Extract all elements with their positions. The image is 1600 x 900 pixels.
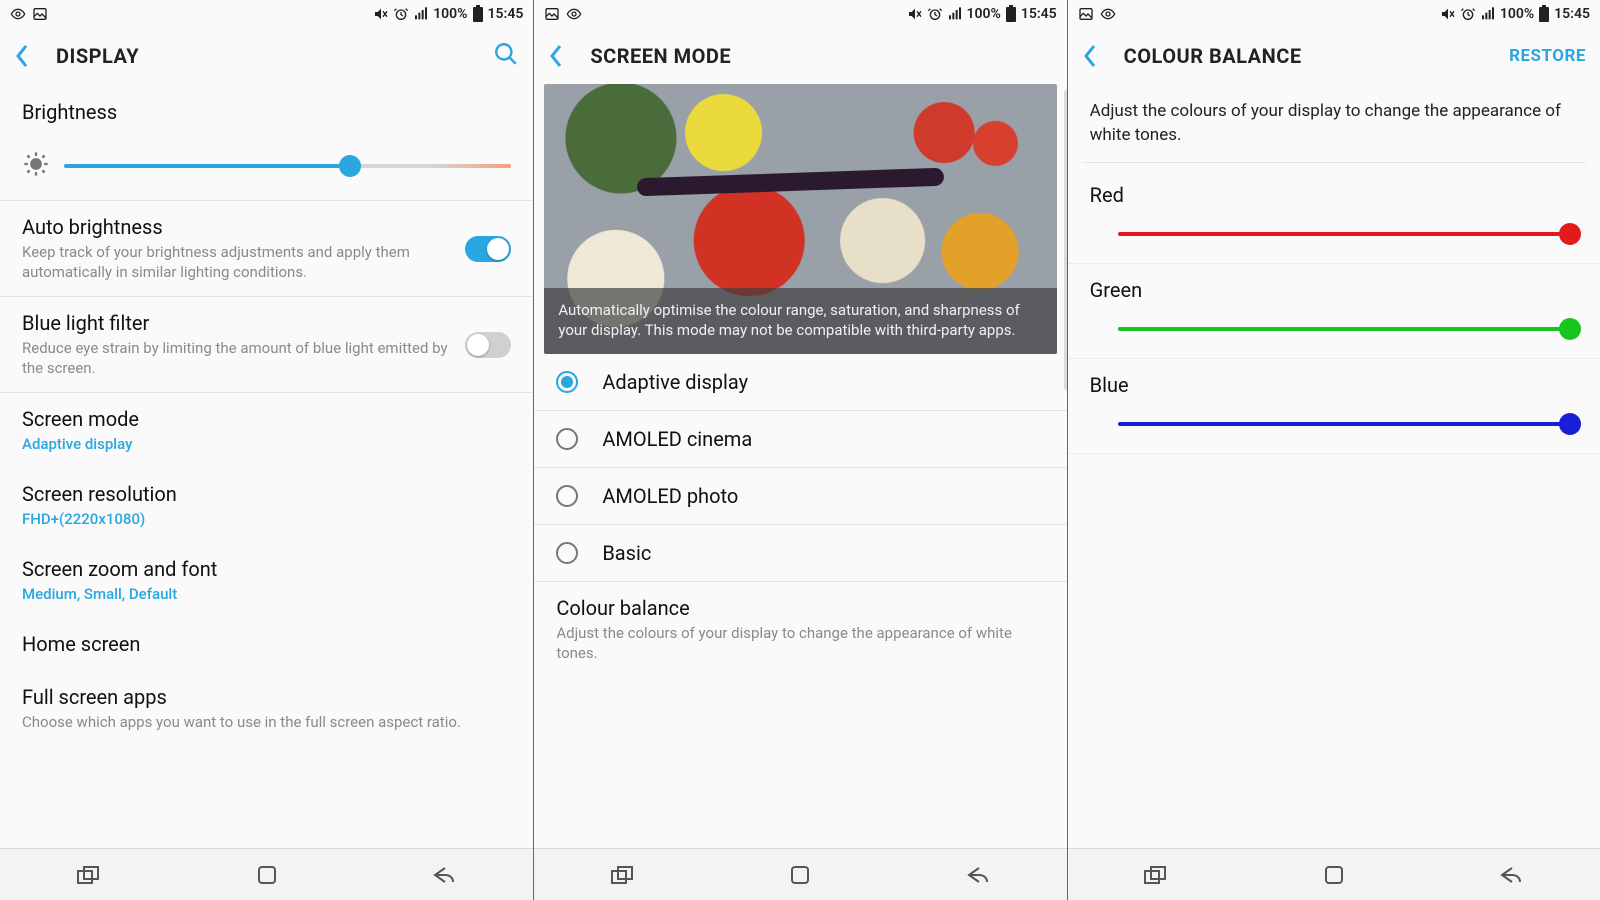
nav-bar xyxy=(1068,848,1600,900)
zoom-font-value: Medium, Small, Default xyxy=(22,585,511,603)
screen-mode-item[interactable]: Screen mode Adaptive display xyxy=(0,392,533,467)
recent-apps-button[interactable] xyxy=(1116,865,1196,885)
back-button[interactable] xyxy=(1082,43,1112,69)
recent-apps-button[interactable] xyxy=(49,865,129,885)
eye-icon xyxy=(566,6,582,22)
colour-channel-red: Red xyxy=(1068,169,1600,264)
full-screen-apps-item[interactable]: Full screen apps Choose which apps you w… xyxy=(0,670,533,747)
blue-light-item[interactable]: Blue light filter Reduce eye strain by l… xyxy=(0,296,533,392)
mute-icon xyxy=(1440,6,1456,22)
header-colour-balance: COLOUR BALANCE RESTORE xyxy=(1068,28,1600,84)
auto-brightness-toggle[interactable] xyxy=(465,236,511,262)
pane-screen-mode: 100% 15:45 SCREEN MODE Automatically opt… xyxy=(533,0,1066,900)
screen-mode-option[interactable]: Basic xyxy=(534,525,1066,582)
back-button[interactable] xyxy=(14,43,44,69)
radio-label: Adaptive display xyxy=(602,370,748,394)
battery-icon xyxy=(472,5,484,23)
battery-icon xyxy=(1005,5,1017,23)
colour-channel-green: Green xyxy=(1068,264,1600,359)
clock: 15:45 xyxy=(1021,6,1057,22)
home-button[interactable] xyxy=(227,864,307,886)
blue-light-desc: Reduce eye strain by limiting the amount… xyxy=(22,339,453,378)
nav-bar xyxy=(0,848,533,900)
back-button[interactable] xyxy=(548,43,578,69)
brightness-label: Brightness xyxy=(22,100,511,124)
alarm-icon xyxy=(393,6,409,22)
colour-channel-blue: Blue xyxy=(1068,359,1600,454)
search-button[interactable] xyxy=(493,41,519,71)
home-screen-item[interactable]: Home screen xyxy=(0,617,533,670)
mute-icon xyxy=(373,6,389,22)
screen-mode-option[interactable]: AMOLED photo xyxy=(534,468,1066,525)
radio-label: AMOLED photo xyxy=(602,484,738,508)
channel-label: Red xyxy=(1090,183,1578,207)
brightness-slider[interactable] xyxy=(64,154,511,178)
screen-mode-value: Adaptive display xyxy=(22,435,511,453)
colour-balance-desc: Adjust the colours of your display to ch… xyxy=(1068,84,1600,156)
picture-icon xyxy=(544,6,560,22)
divider xyxy=(1082,162,1586,163)
alarm-icon xyxy=(1460,6,1476,22)
preview-image: Automatically optimise the colour range,… xyxy=(544,84,1056,354)
blue-light-toggle[interactable] xyxy=(465,332,511,358)
clock: 15:45 xyxy=(488,6,524,22)
header-display: DISPLAY xyxy=(0,28,533,84)
channel-slider[interactable] xyxy=(1118,411,1570,437)
colour-balance-item[interactable]: Colour balance Adjust the colours of you… xyxy=(534,581,1066,677)
nav-bar xyxy=(534,848,1066,900)
radio-label: Basic xyxy=(602,541,651,565)
auto-brightness-desc: Keep track of your brightness adjustment… xyxy=(22,243,453,282)
radio-icon xyxy=(556,428,578,450)
blue-light-title: Blue light filter xyxy=(22,311,453,335)
pane-colour-balance: 100% 15:45 COLOUR BALANCE RESTORE Adjust… xyxy=(1067,0,1600,900)
home-button[interactable] xyxy=(1294,864,1374,886)
recent-apps-button[interactable] xyxy=(583,865,663,885)
channel-label: Blue xyxy=(1090,373,1578,397)
radio-icon xyxy=(556,371,578,393)
status-bar: 100% 15:45 xyxy=(1068,0,1600,28)
auto-brightness-title: Auto brightness xyxy=(22,215,453,239)
screen-resolution-value: FHD+(2220x1080) xyxy=(22,510,511,528)
battery-percent: 100% xyxy=(967,6,1001,22)
signal-icon xyxy=(413,6,429,22)
pane-display: 100% 15:45 DISPLAY Brightness xyxy=(0,0,533,900)
alarm-icon xyxy=(927,6,943,22)
screen-resolution-item[interactable]: Screen resolution FHD+(2220x1080) xyxy=(0,467,533,542)
channel-slider[interactable] xyxy=(1118,316,1570,342)
picture-icon xyxy=(32,6,48,22)
clock: 15:45 xyxy=(1554,6,1590,22)
nav-back-button[interactable] xyxy=(1471,865,1551,885)
channel-label: Green xyxy=(1090,278,1578,302)
screen-mode-option[interactable]: Adaptive display xyxy=(534,354,1066,411)
battery-percent: 100% xyxy=(433,6,467,22)
screen-mode-option[interactable]: AMOLED cinema xyxy=(534,411,1066,468)
home-button[interactable] xyxy=(760,864,840,886)
mute-icon xyxy=(907,6,923,22)
picture-icon xyxy=(1078,6,1094,22)
signal-icon xyxy=(947,6,963,22)
auto-brightness-item[interactable]: Auto brightness Keep track of your brigh… xyxy=(0,200,533,296)
brightness-icon xyxy=(22,150,50,182)
radio-label: AMOLED cinema xyxy=(602,427,752,451)
status-bar: 100% 15:45 xyxy=(0,0,533,28)
signal-icon xyxy=(1480,6,1496,22)
page-title: COLOUR BALANCE xyxy=(1124,44,1509,68)
channel-slider[interactable] xyxy=(1118,221,1570,247)
nav-back-button[interactable] xyxy=(938,865,1018,885)
nav-back-button[interactable] xyxy=(404,865,484,885)
radio-icon xyxy=(556,485,578,507)
battery-percent: 100% xyxy=(1500,6,1534,22)
eye-icon xyxy=(10,6,26,22)
radio-icon xyxy=(556,542,578,564)
restore-button[interactable]: RESTORE xyxy=(1509,46,1586,66)
zoom-font-item[interactable]: Screen zoom and font Medium, Small, Defa… xyxy=(0,542,533,617)
page-title: SCREEN MODE xyxy=(590,44,1052,68)
status-bar: 100% 15:45 xyxy=(534,0,1066,28)
brightness-section: Brightness xyxy=(0,84,533,134)
header-screen-mode: SCREEN MODE xyxy=(534,28,1066,84)
page-title: DISPLAY xyxy=(56,44,493,68)
eye-icon xyxy=(1100,6,1116,22)
preview-caption: Automatically optimise the colour range,… xyxy=(544,288,1056,355)
battery-icon xyxy=(1538,5,1550,23)
